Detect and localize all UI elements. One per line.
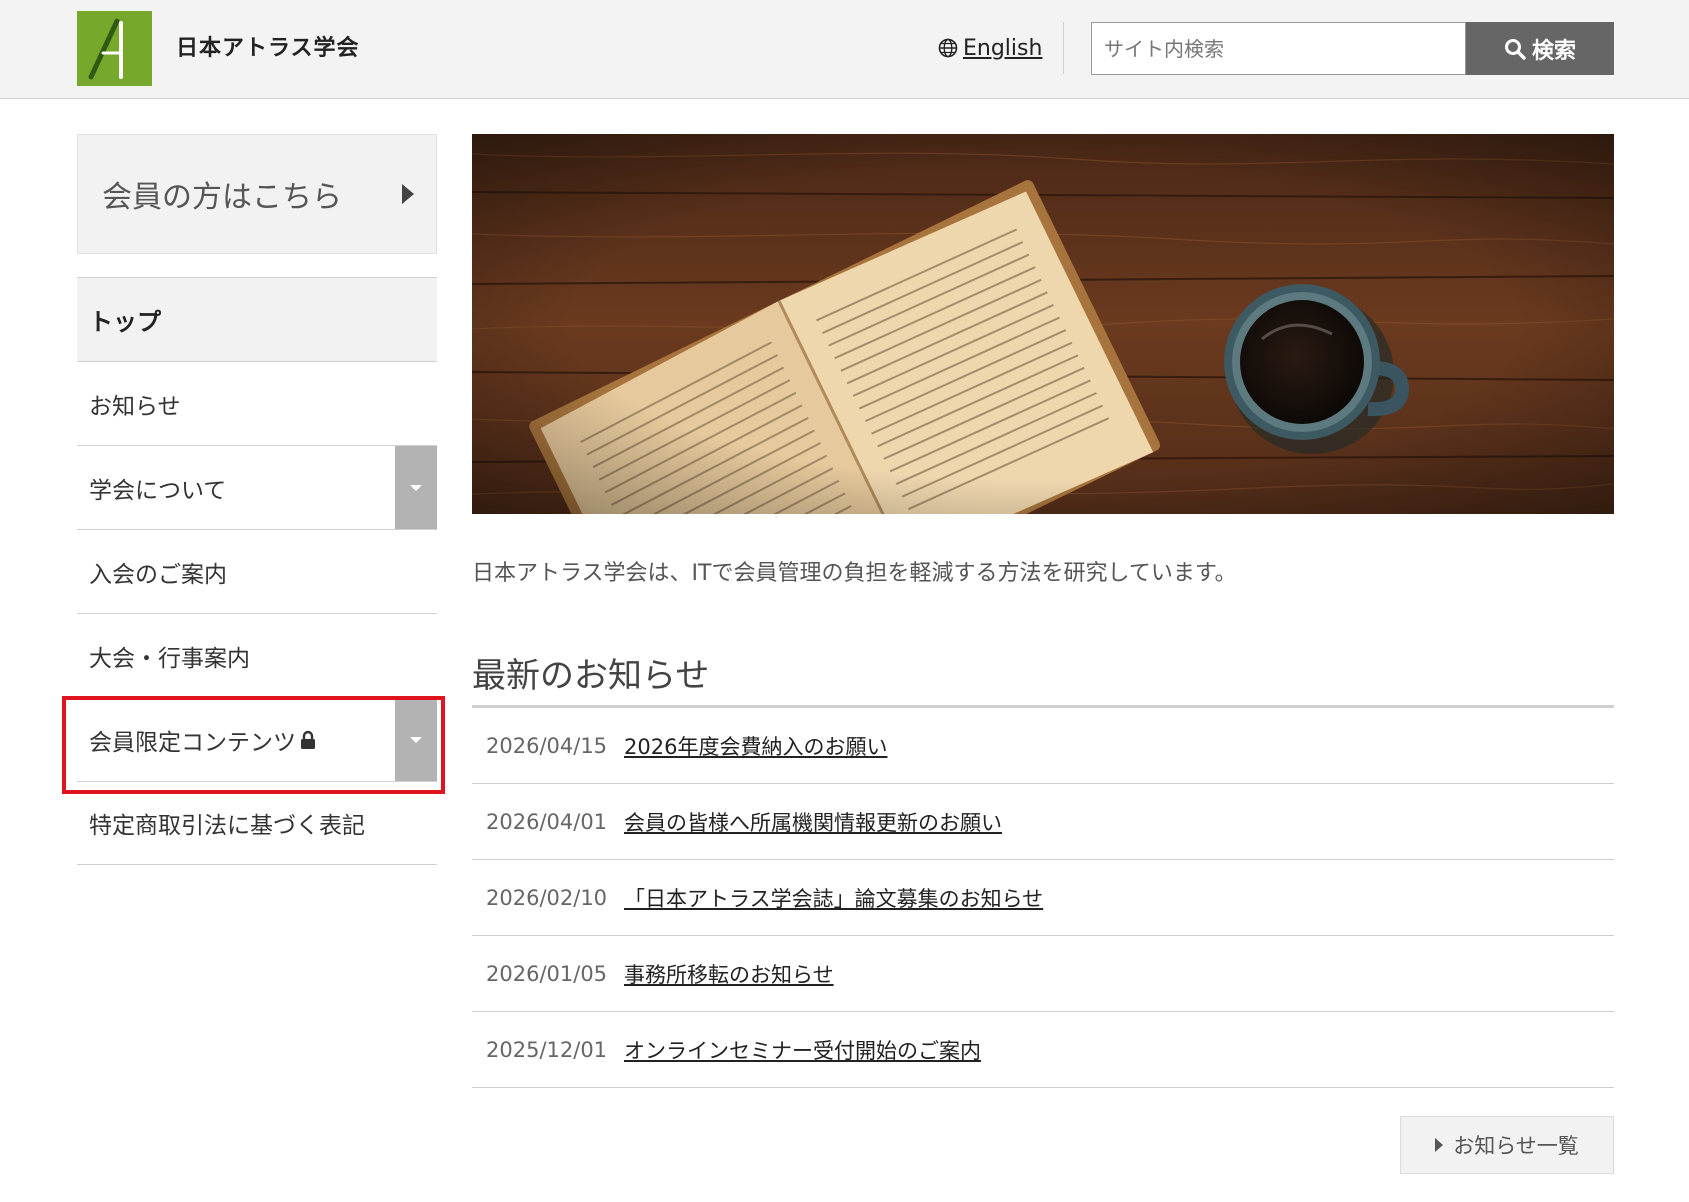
language-link-label: English xyxy=(963,35,1043,61)
news-list-button-label: お知らせ一覧 xyxy=(1453,1134,1579,1158)
caret-down-icon xyxy=(410,484,422,491)
site-logo[interactable] xyxy=(77,11,152,86)
news-date: 2026/04/15 xyxy=(486,733,608,758)
news-list-button[interactable]: お知らせ一覧 xyxy=(1400,1116,1614,1174)
sidebar-item-news[interactable]: お知らせ xyxy=(77,361,437,445)
news-title-link[interactable]: オンラインセミナー受付開始のご案内 xyxy=(624,1035,981,1065)
sidebar-item-members-only[interactable]: 会員限定コンテンツ xyxy=(77,697,437,781)
sidebar-item-label: 学会について xyxy=(89,477,227,504)
news-item: 2025/12/01 オンラインセミナー受付開始のご案内 xyxy=(472,1012,1614,1088)
search-button-label: 検索 xyxy=(1531,38,1576,64)
sidebar-item-label: 大会・行事案内 xyxy=(89,645,250,672)
sidebar-item-events[interactable]: 大会・行事案内 xyxy=(77,613,437,697)
sidebar-item-membership[interactable]: 入会のご案内 xyxy=(77,529,437,613)
language-link[interactable]: English xyxy=(938,31,1042,65)
header-divider xyxy=(1063,22,1064,74)
news-title-link[interactable]: 会員の皆様へ所属機関情報更新のお願い xyxy=(624,807,1002,837)
triangle-right-icon xyxy=(1435,1138,1444,1152)
search-button[interactable]: 検索 xyxy=(1466,22,1614,75)
site-header: 日本アトラス学会 English 検索 xyxy=(0,0,1689,99)
sidebar-item-about[interactable]: 学会について xyxy=(77,445,437,529)
news-date: 2025/12/01 xyxy=(486,1037,608,1062)
news-item: 2026/02/10 「日本アトラス学会誌」論文募集のお知らせ xyxy=(472,860,1614,936)
member-box-label: 会員の方はこちら xyxy=(102,180,342,215)
book-and-coffee-image xyxy=(472,134,1614,514)
news-title-link[interactable]: 2026年度会費納入のお願い xyxy=(624,731,887,761)
sidebar-item-label: トップ xyxy=(89,308,161,336)
caret-down-icon xyxy=(410,736,422,743)
search-icon xyxy=(1504,38,1526,60)
news-item: 2026/04/15 2026年度会費納入のお願い xyxy=(472,708,1614,784)
sidebar-item-label: 特定商取引法に基づく表記 xyxy=(89,813,365,839)
sidebar-item-label: 入会のご案内 xyxy=(89,561,227,588)
sidebar-item-label: 会員限定コンテンツ xyxy=(89,729,296,756)
hero-image xyxy=(472,134,1614,514)
sidebar-item-legal[interactable]: 特定商取引法に基づく表記 xyxy=(77,781,437,865)
search-input[interactable] xyxy=(1091,22,1466,75)
news-date: 2026/04/01 xyxy=(486,809,608,834)
sidebar-nav: トップ お知らせ 学会について 入会のご案内 大会・行事案内 会員限定コンテンツ… xyxy=(77,277,437,865)
news-date: 2026/01/05 xyxy=(486,961,608,986)
lock-icon xyxy=(301,730,315,749)
triangle-right-icon xyxy=(402,184,414,204)
news-item: 2026/04/01 会員の皆様へ所属機関情報更新のお願い xyxy=(472,784,1614,860)
news-list: 2026/04/15 2026年度会費納入のお願い 2026/04/01 会員の… xyxy=(472,708,1614,1088)
site-title[interactable]: 日本アトラス学会 xyxy=(176,30,360,62)
news-title-link[interactable]: 事務所移転のお知らせ xyxy=(624,959,834,989)
news-date: 2026/02/10 xyxy=(486,885,608,910)
sidebar-item-top[interactable]: トップ xyxy=(77,277,437,361)
submenu-toggle-button[interactable] xyxy=(395,698,437,781)
globe-icon xyxy=(938,38,958,58)
member-login-box[interactable]: 会員の方はこちら xyxy=(77,134,437,254)
news-title-link[interactable]: 「日本アトラス学会誌」論文募集のお知らせ xyxy=(624,883,1043,913)
intro-text: 日本アトラス学会は、ITで会員管理の負担を軽減する方法を研究しています。 xyxy=(472,561,1237,586)
logo-letter-a-icon xyxy=(88,18,123,80)
news-item: 2026/01/05 事務所移転のお知らせ xyxy=(472,936,1614,1012)
news-section-title: 最新のお知らせ xyxy=(472,656,710,696)
sidebar-item-label: お知らせ xyxy=(89,393,181,420)
submenu-toggle-button[interactable] xyxy=(395,446,437,529)
